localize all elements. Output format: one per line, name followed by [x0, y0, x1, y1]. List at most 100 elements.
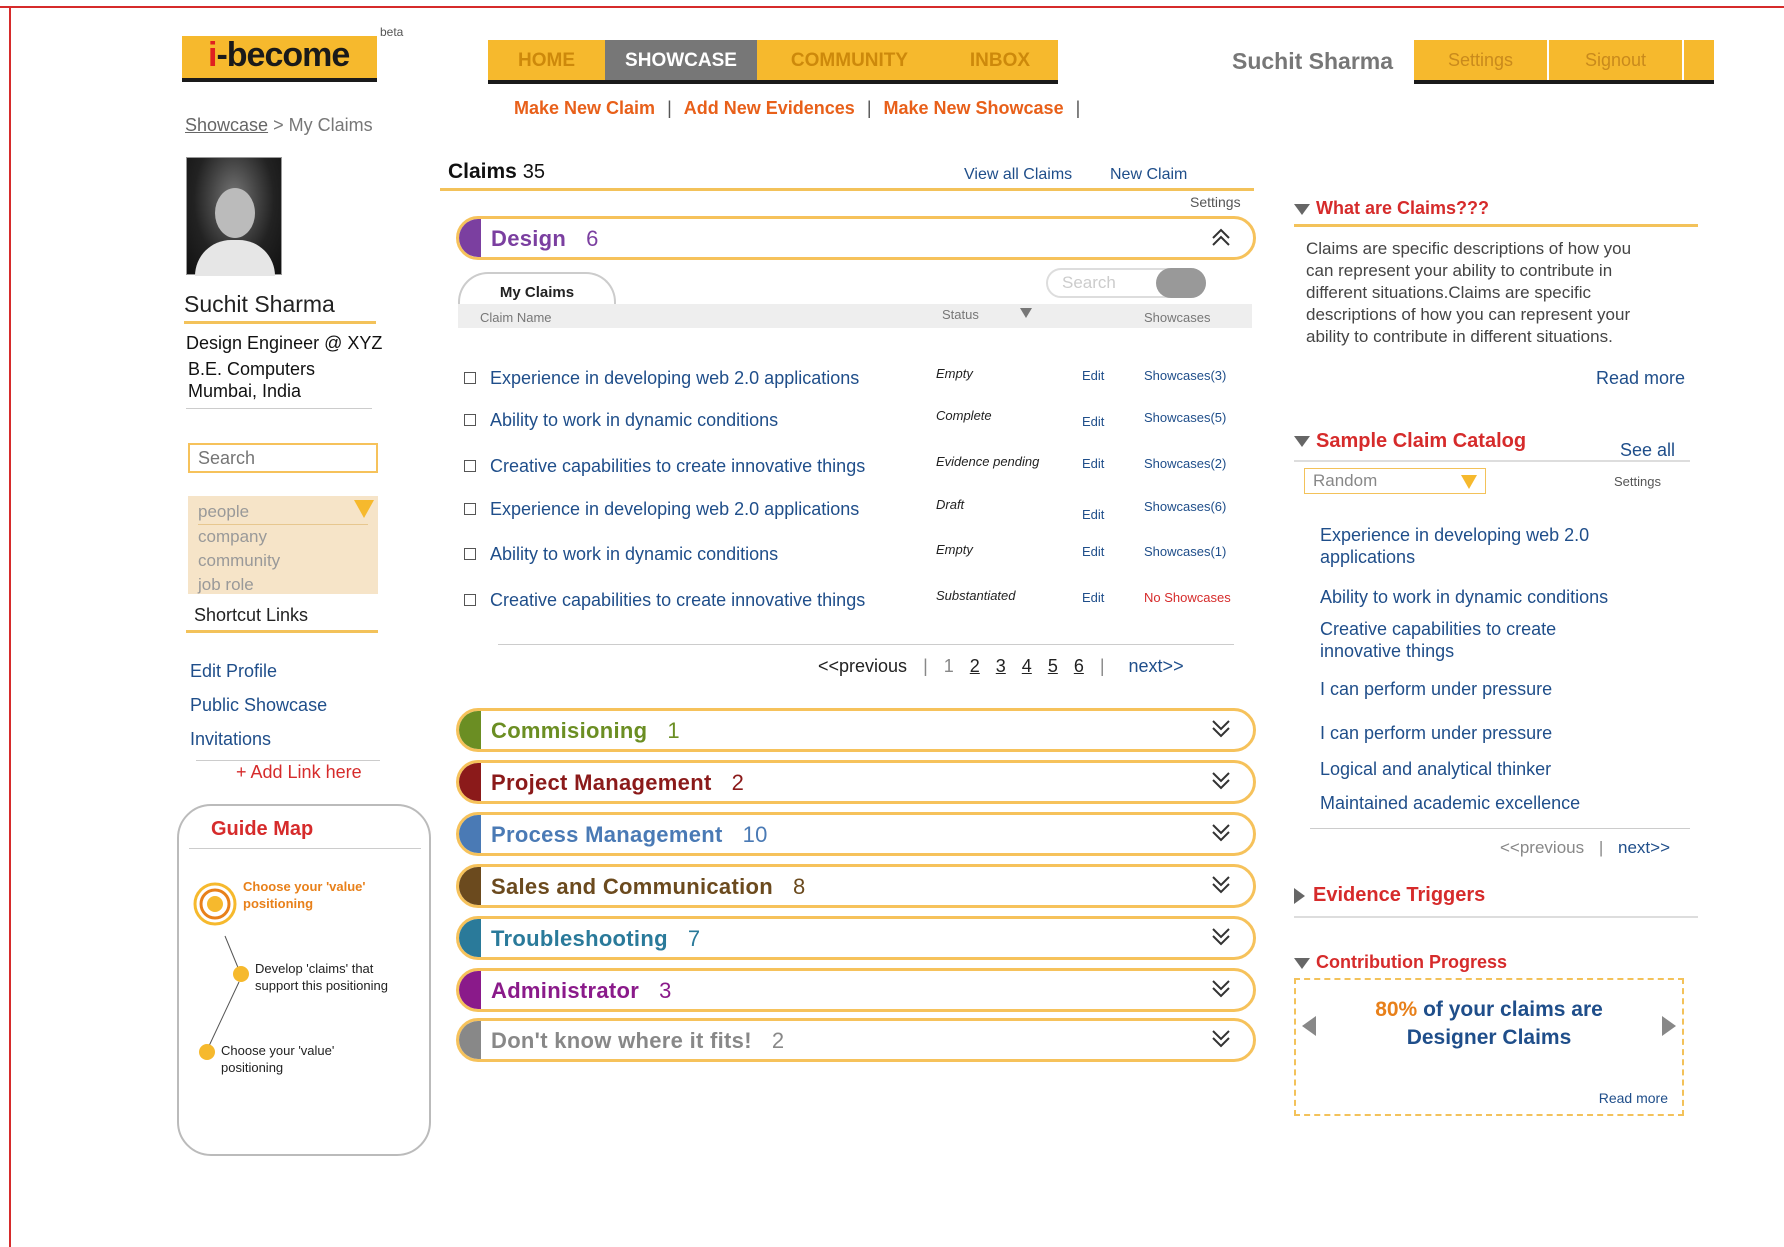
edit-link[interactable]: Edit — [1082, 507, 1104, 522]
chevron-down-icon[interactable] — [1209, 1027, 1233, 1057]
collapse-triangle-icon[interactable] — [1294, 436, 1310, 448]
pager-page-1[interactable]: 1 — [944, 656, 954, 677]
pager-page-2[interactable]: 2 — [970, 656, 980, 677]
public-showcase-link[interactable]: Public Showcase — [190, 688, 327, 722]
logo[interactable]: i-become — [182, 36, 377, 82]
make-new-showcase-link[interactable]: Make New Showcase — [872, 98, 1076, 119]
avatar[interactable] — [186, 157, 282, 276]
chevron-up-icon[interactable] — [1209, 225, 1233, 255]
pager-page-4[interactable]: 4 — [1022, 656, 1032, 677]
claims-settings-link[interactable]: Settings — [1190, 194, 1241, 210]
claim-name-link[interactable]: Ability to work in dynamic conditions — [490, 544, 778, 565]
guide-step-2[interactable]: Develop 'claims' that support this posit… — [255, 960, 415, 994]
chevron-down-icon[interactable] — [1209, 925, 1233, 955]
nav-community[interactable]: COMMUNITY — [757, 40, 942, 80]
claims-search-input[interactable]: Search — [1046, 268, 1206, 298]
chevron-down-icon[interactable] — [1209, 977, 1233, 1007]
catalog-item[interactable]: I can perform under pressure — [1320, 678, 1620, 700]
showcases-link[interactable]: Showcases(5) — [1144, 410, 1226, 425]
chevron-down-icon[interactable] — [1209, 873, 1233, 903]
settings-button[interactable]: Settings — [1414, 40, 1549, 80]
nav-showcase[interactable]: SHOWCASE — [605, 40, 757, 80]
showcases-link[interactable]: Showcases(1) — [1144, 544, 1226, 559]
catalog-item[interactable]: Maintained academic excellence — [1320, 792, 1620, 814]
catalog-order-select[interactable]: Random — [1304, 468, 1486, 494]
search-scope-dropdown[interactable]: people company community job role — [188, 496, 378, 594]
pager-page-6[interactable]: 6 — [1074, 656, 1084, 677]
edit-link[interactable]: Edit — [1082, 414, 1104, 429]
showcases-link[interactable]: Showcases(6) — [1144, 499, 1226, 514]
claim-name-link[interactable]: Experience in developing web 2.0 applica… — [490, 499, 859, 520]
showcases-link[interactable]: No Showcases — [1144, 590, 1231, 605]
category-design[interactable]: Design 6 — [456, 216, 1256, 260]
showcases-link[interactable]: Showcases(2) — [1144, 456, 1226, 471]
chevron-down-icon[interactable] — [1209, 769, 1233, 799]
add-link-button[interactable]: + Add Link here — [236, 762, 362, 783]
add-new-evidences-link[interactable]: Add New Evidences — [672, 98, 867, 119]
category-process-management[interactable]: Process Management 10 — [456, 812, 1256, 856]
guide-step-1[interactable]: Choose your 'value' positioning — [243, 878, 393, 912]
evidence-triggers-heading[interactable]: Evidence Triggers — [1294, 884, 1485, 907]
row-checkbox[interactable] — [464, 460, 476, 472]
collapse-triangle-icon[interactable] — [1294, 957, 1310, 969]
edit-link[interactable]: Edit — [1082, 544, 1104, 559]
collapse-triangle-icon[interactable] — [1294, 203, 1310, 215]
tab-my-claims[interactable]: My Claims — [458, 272, 616, 308]
catalog-item[interactable]: I can perform under pressure — [1320, 722, 1620, 744]
expand-triangle-icon[interactable] — [1294, 887, 1305, 904]
category-sales-and-communication[interactable]: Sales and Communication 8 — [456, 864, 1256, 908]
dropdown-arrow-icon[interactable] — [354, 500, 374, 518]
dropdown-option-community[interactable]: community — [198, 549, 368, 573]
breadcrumb-parent[interactable]: Showcase — [185, 115, 268, 135]
header-user-name[interactable]: Suchit Sharma — [1232, 48, 1393, 75]
contribution-progress-heading[interactable]: Contribution Progress — [1294, 952, 1507, 973]
row-checkbox[interactable] — [464, 372, 476, 384]
edit-profile-link[interactable]: Edit Profile — [190, 654, 327, 688]
pager-prev[interactable]: <<previous — [818, 656, 907, 677]
make-new-claim-link[interactable]: Make New Claim — [502, 98, 667, 119]
sort-arrow-icon[interactable] — [1020, 308, 1032, 318]
chevron-down-icon[interactable] — [1209, 821, 1233, 851]
dropdown-option-people[interactable]: people — [198, 500, 368, 525]
row-checkbox[interactable] — [464, 594, 476, 606]
category-administrator[interactable]: Administrator 3 — [456, 968, 1256, 1012]
nav-home[interactable]: HOME — [488, 40, 605, 80]
col-status[interactable]: Status — [942, 307, 979, 322]
showcases-link[interactable]: Showcases(3) — [1144, 368, 1226, 383]
edit-link[interactable]: Edit — [1082, 456, 1104, 471]
nav-inbox[interactable]: INBOX — [942, 40, 1058, 80]
row-checkbox[interactable] — [464, 414, 476, 426]
category-commisioning[interactable]: Commisioning 1 — [456, 708, 1256, 752]
read-more-link[interactable]: Read more — [1596, 368, 1685, 389]
pager-next[interactable]: next>> — [1129, 656, 1184, 677]
invitations-link[interactable]: Invitations — [190, 722, 327, 756]
chevron-down-icon[interactable] — [1209, 717, 1233, 747]
catalog-item[interactable]: Creative capabilities to create innovati… — [1320, 618, 1580, 662]
catalog-item[interactable]: Logical and analytical thinker — [1320, 758, 1620, 780]
catalog-next[interactable]: next>> — [1618, 838, 1670, 857]
view-all-claims-link[interactable]: View all Claims — [964, 166, 1072, 184]
claim-name-link[interactable]: Ability to work in dynamic conditions — [490, 410, 778, 431]
new-claim-link[interactable]: New Claim — [1110, 166, 1187, 184]
category-project-management[interactable]: Project Management 2 — [456, 760, 1256, 804]
catalog-item[interactable]: Ability to work in dynamic conditions — [1320, 586, 1660, 608]
dropdown-option-company[interactable]: company — [198, 525, 368, 549]
row-checkbox[interactable] — [464, 548, 476, 560]
row-checkbox[interactable] — [464, 503, 476, 515]
col-showcases[interactable]: Showcases — [1144, 310, 1210, 325]
catalog-item[interactable]: Experience in developing web 2.0 applica… — [1320, 524, 1620, 568]
claim-name-link[interactable]: Experience in developing web 2.0 applica… — [490, 368, 859, 389]
progress-read-more-link[interactable]: Read more — [1599, 1090, 1668, 1106]
catalog-prev[interactable]: <<previous — [1500, 838, 1584, 857]
edit-link[interactable]: Edit — [1082, 368, 1104, 383]
search-toggle[interactable] — [1156, 268, 1206, 298]
dropdown-arrow-icon[interactable] — [1461, 475, 1477, 489]
edit-link[interactable]: Edit — [1082, 590, 1104, 605]
signout-button[interactable]: Signout — [1549, 40, 1684, 80]
sample-claim-catalog-heading[interactable]: Sample Claim Catalog — [1294, 430, 1526, 453]
what-are-claims-heading[interactable]: What are Claims??? — [1294, 198, 1489, 219]
left-search-input[interactable] — [188, 443, 378, 473]
guide-step-3[interactable]: Choose your 'value' positioning — [221, 1042, 361, 1076]
pager-page-3[interactable]: 3 — [996, 656, 1006, 677]
see-all-link[interactable]: See all — [1620, 440, 1675, 461]
